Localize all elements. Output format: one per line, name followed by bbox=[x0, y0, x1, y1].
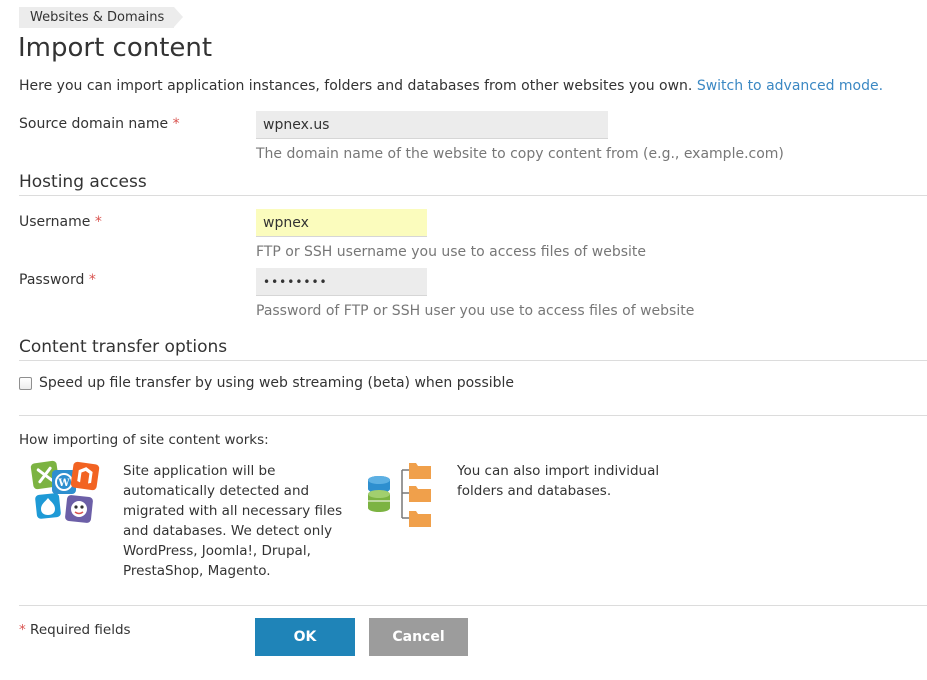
how-it-works-heading: How importing of site content works: bbox=[19, 432, 269, 448]
password-hint: Password of FTP or SSH user you use to a… bbox=[256, 303, 695, 319]
password-label-text: Password bbox=[19, 272, 85, 288]
intro-description: Here you can import application instance… bbox=[19, 78, 693, 94]
intro-text: Here you can import application instance… bbox=[19, 78, 883, 94]
files-and-databases-icon bbox=[368, 463, 431, 527]
password-label: Password * bbox=[19, 272, 96, 288]
hosting-access-divider bbox=[19, 195, 927, 196]
web-streaming-checkbox-label[interactable]: Speed up file transfer by using web stre… bbox=[39, 375, 514, 391]
required-asterisk: * bbox=[19, 622, 26, 638]
cancel-button[interactable]: Cancel bbox=[369, 618, 468, 656]
files-import-description: You can also import individual folders a… bbox=[457, 463, 660, 499]
breadcrumb-websites-domains[interactable]: Websites & Domains bbox=[19, 7, 184, 28]
breadcrumb-label[interactable]: Websites & Domains bbox=[30, 10, 164, 25]
source-domain-label: Source domain name * bbox=[19, 116, 180, 132]
advanced-mode-link[interactable]: Switch to advanced mode. bbox=[697, 78, 883, 94]
apps-import-description: Site application will be automatically d… bbox=[123, 463, 343, 579]
web-streaming-checkbox[interactable] bbox=[19, 377, 32, 390]
svg-text:W: W bbox=[57, 478, 70, 489]
required-fields-note: * Required fields bbox=[19, 622, 131, 638]
how-section-divider bbox=[19, 415, 927, 416]
required-fields-text: Required fields bbox=[30, 622, 131, 638]
transfer-options-heading: Content transfer options bbox=[19, 337, 228, 357]
transfer-options-divider bbox=[19, 360, 927, 361]
source-domain-hint: The domain name of the website to copy c… bbox=[256, 146, 784, 162]
required-asterisk: * bbox=[172, 116, 180, 132]
ok-button[interactable]: OK bbox=[255, 618, 355, 656]
password-input[interactable]: •••••••• bbox=[256, 268, 427, 296]
cms-apps-icon: W bbox=[30, 460, 100, 523]
required-asterisk: * bbox=[94, 214, 102, 230]
username-label: Username * bbox=[19, 214, 102, 230]
source-domain-input[interactable] bbox=[256, 111, 608, 139]
hosting-access-heading: Hosting access bbox=[19, 172, 147, 192]
username-hint: FTP or SSH username you use to access fi… bbox=[256, 244, 646, 260]
username-label-text: Username bbox=[19, 214, 91, 230]
page-title: Import content bbox=[18, 33, 213, 63]
required-asterisk: * bbox=[88, 272, 96, 288]
source-domain-label-text: Source domain name bbox=[19, 116, 169, 132]
footer-divider bbox=[19, 605, 927, 606]
username-input[interactable] bbox=[256, 209, 427, 237]
